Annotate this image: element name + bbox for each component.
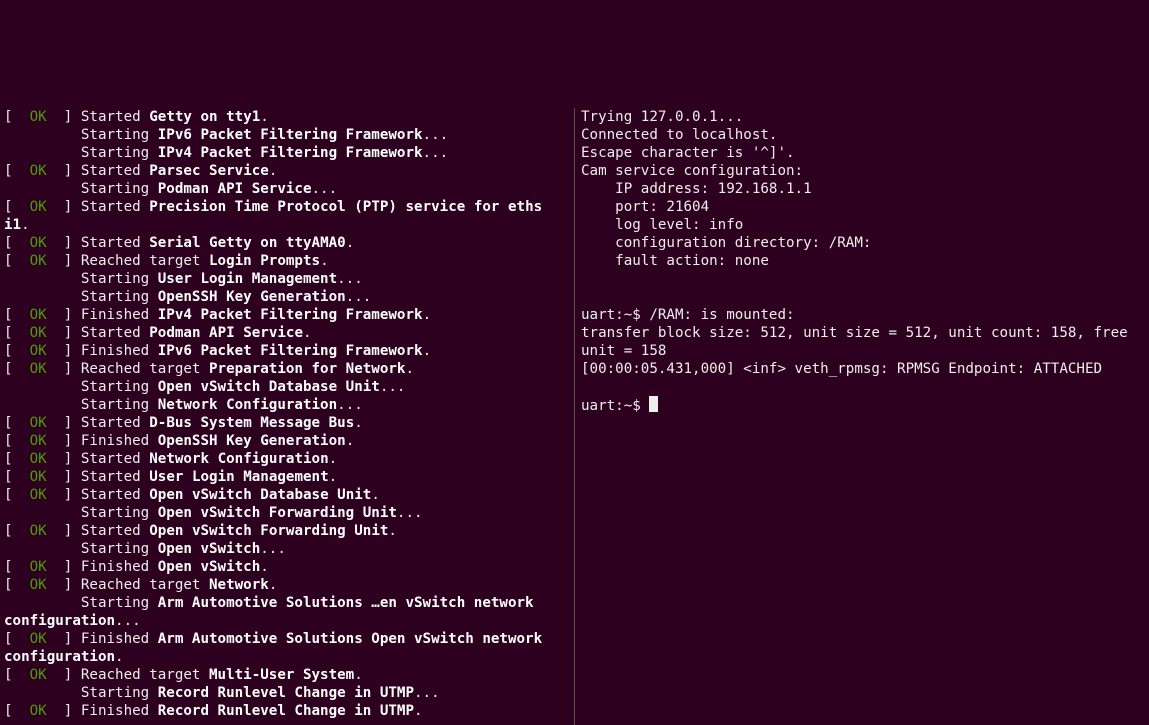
boot-log-line: Starting Open vSwitch... [4,540,570,558]
boot-log-line: [ OK ] Finished OpenSSH Key Generation. [4,432,570,450]
boot-log-line: [ OK ] Started Parsec Service. [4,162,570,180]
boot-log-line: [ OK ] Started Open vSwitch Database Uni… [4,486,570,504]
boot-log-line: [ OK ] Finished Record Runlevel Change i… [4,702,570,720]
boot-log-line: Starting OpenSSH Key Generation... [4,288,570,306]
tmux-panes: [ OK ] Started Getty on tty1. Starting I… [0,108,1149,725]
boot-log-line: [ OK ] Started Precision Time Protocol (… [4,198,570,216]
boot-log-line: [ OK ] Reached target Preparation for Ne… [4,360,570,378]
boot-log-line: Starting Open vSwitch Database Unit... [4,378,570,396]
uart-output-line: fault action: none [581,252,1141,270]
boot-log-line: Starting Network Configuration... [4,396,570,414]
boot-log-line: [ OK ] Finished IPv6 Packet Filtering Fr… [4,342,570,360]
boot-log-line: configuration... [4,612,570,630]
uart-output-line: uart:~$ /RAM: is mounted: [581,306,1141,324]
pane-left-boot-log[interactable]: [ OK ] Started Getty on tty1. Starting I… [0,108,574,725]
boot-log-line: [ OK ] Finished IPv4 Packet Filtering Fr… [4,306,570,324]
uart-output-line: transfer block size: 512, unit size = 51… [581,324,1141,360]
boot-log-line: Starting IPv4 Packet Filtering Framework… [4,144,570,162]
tmux-screen: [ OK ] Started Getty on tty1. Starting I… [0,72,1149,725]
boot-log-line: [ OK ] Reached target Login Prompts. [4,252,570,270]
boot-log-line: [ OK ] Reached target Multi-User System. [4,666,570,684]
boot-log-line: Starting Podman API Service... [4,180,570,198]
uart-output-line: log level: info [581,216,1141,234]
boot-log-line: [ OK ] Started Podman API Service. [4,324,570,342]
boot-log-line: [ OK ] Reached target Network. [4,576,570,594]
boot-log-line: [ OK ] Started Open vSwitch Forwarding U… [4,522,570,540]
uart-output-line: IP address: 192.168.1.1 [581,180,1141,198]
uart-prompt[interactable]: uart:~$ [581,396,1143,414]
boot-log-line: i1. [4,216,570,234]
boot-log-line: [ OK ] Finished Open vSwitch. [4,558,570,576]
boot-log-line: [ OK ] Started Network Configuration. [4,450,570,468]
uart-output-line: [00:00:05.431,000] <inf> veth_rpmsg: RPM… [581,360,1141,378]
boot-log-line: [ OK ] Started Serial Getty on ttyAMA0. [4,234,570,252]
boot-log-line: Starting IPv6 Packet Filtering Framework… [4,126,570,144]
boot-log-line: Starting Record Runlevel Change in UTMP.… [4,684,570,702]
uart-output-line: configuration directory: /RAM: [581,234,1141,252]
uart-output-line: Escape character is '^]'. [581,144,1141,162]
cursor-icon [649,396,658,412]
uart-output-line [581,270,1141,288]
uart-output-line: Trying 127.0.0.1... [581,108,1141,126]
uart-output-line: Cam service configuration: [581,162,1141,180]
boot-log-line: [ OK ] Started Getty on tty1. [4,108,570,126]
pane-right-uart-shell[interactable]: Trying 127.0.0.1...Connected to localhos… [575,108,1147,725]
uart-output-line [581,288,1141,306]
boot-log-line: configuration. [4,648,570,666]
uart-output-line [581,378,1141,396]
uart-output-line: Connected to localhost. [581,126,1141,144]
boot-log-line: Starting Arm Automotive Solutions …en vS… [4,594,570,612]
boot-log-line: [ OK ] Started User Login Management. [4,468,570,486]
boot-log-line: [ OK ] Started D-Bus System Message Bus. [4,414,570,432]
boot-log-line: Starting User Login Management... [4,270,570,288]
boot-log-line: Starting Open vSwitch Forwarding Unit... [4,504,570,522]
boot-log-line: [ OK ] Finished Arm Automotive Solutions… [4,630,570,648]
uart-output-line: port: 21604 [581,198,1141,216]
